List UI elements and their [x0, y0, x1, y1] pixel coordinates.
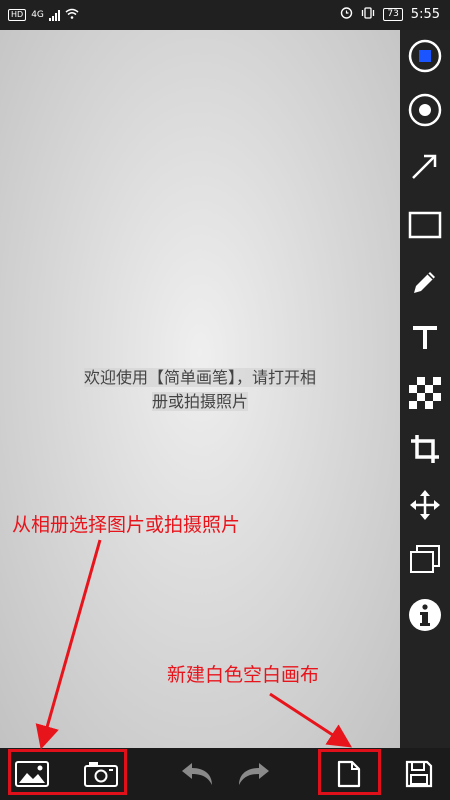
brush-size-button[interactable]	[405, 90, 445, 130]
layers-button[interactable]	[405, 539, 445, 579]
undo-icon	[182, 763, 212, 785]
status-bar: HD 4G 73 5:55	[0, 0, 450, 30]
status-time: 5:55	[410, 7, 440, 22]
move-tool-icon	[410, 490, 440, 520]
save-icon	[405, 760, 433, 788]
welcome-line-1: 欢迎使用【简单画笔】，请打开相	[83, 368, 316, 387]
text-tool-button[interactable]	[405, 317, 445, 357]
battery-icon: 73	[383, 8, 403, 21]
new-canvas-highlight	[318, 749, 381, 795]
undo-button[interactable]	[178, 756, 216, 792]
mosaic-tool-button[interactable]	[405, 373, 445, 413]
arrow-tool-icon	[412, 154, 437, 179]
move-tool-button[interactable]	[405, 485, 445, 525]
redo-icon	[239, 763, 269, 785]
new-canvas-annotation: 新建白色空白画布	[167, 664, 320, 686]
redo-button[interactable]	[235, 756, 273, 792]
wifi-icon	[65, 8, 79, 22]
info-icon	[409, 599, 441, 631]
color-picker-icon	[408, 39, 442, 73]
drawing-canvas[interactable]: 欢迎使用【简单画笔】，请打开相 册或拍摄照片	[0, 30, 400, 748]
hd-indicator: HD	[8, 9, 27, 21]
gallery-camera-highlight	[8, 749, 127, 795]
crop-tool-button[interactable]	[405, 429, 445, 469]
network-type: 4G	[31, 10, 44, 20]
brush-size-icon	[408, 93, 442, 127]
save-button[interactable]	[400, 756, 438, 792]
signal-icon	[48, 9, 60, 21]
text-tool-icon	[413, 326, 437, 349]
vibrate-icon	[361, 6, 375, 23]
mosaic-tool-icon	[409, 377, 441, 409]
rectangle-tool-icon	[408, 211, 442, 239]
welcome-line-2: 册或拍摄照片	[151, 392, 248, 411]
layers-icon	[410, 545, 440, 573]
crop-tool-icon	[411, 435, 439, 463]
color-picker-button[interactable]	[405, 36, 445, 76]
rectangle-tool-button[interactable]	[405, 205, 445, 245]
welcome-message: 欢迎使用【简单画笔】，请打开相 册或拍摄照片	[30, 366, 370, 414]
pencil-tool-icon	[414, 272, 435, 293]
pencil-tool-button[interactable]	[405, 262, 445, 302]
arrow-tool-button[interactable]	[405, 146, 445, 186]
pick-photo-annotation: 从相册选择图片或拍摄照片	[12, 514, 241, 536]
right-toolbar	[400, 30, 450, 748]
info-button[interactable]	[405, 595, 445, 635]
alarm-icon	[340, 6, 353, 23]
